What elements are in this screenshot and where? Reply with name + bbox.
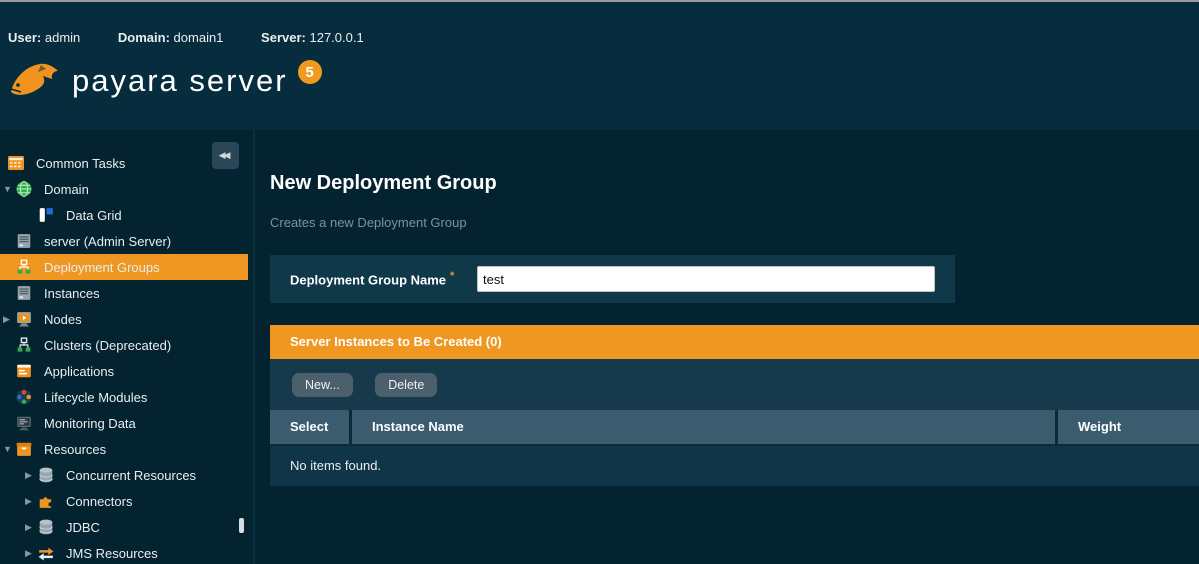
monitoring-data-icon <box>16 415 33 431</box>
page-title: New Deployment Group <box>270 172 497 194</box>
sidebar-item-resources[interactable]: ▼ Resources <box>0 436 248 462</box>
sidebar-item-concurrent-resources[interactable]: ▶ Concurrent Resources <box>0 462 248 488</box>
sidebar-item-domain[interactable]: ▼ Domain <box>0 176 248 202</box>
sidebar-item-jdbc[interactable]: ▶ JDBC <box>0 514 248 540</box>
chevron-collapsed-icon[interactable]: ▶ <box>25 522 38 533</box>
domain-value: domain1 <box>173 30 224 45</box>
lifecycle-modules-icon <box>16 389 33 405</box>
brand: payara server 5 <box>8 58 322 104</box>
server-label: Server: <box>261 30 306 45</box>
collapse-left-icon: ◀◀ <box>218 150 231 160</box>
common-tasks-icon <box>8 155 25 171</box>
server-instances-section-header: Server Instances to Be Created (0) <box>270 325 1199 359</box>
server-icon <box>16 285 33 301</box>
applications-icon <box>16 363 33 379</box>
version-badge: 5 <box>297 60 322 84</box>
globe-icon <box>16 181 33 197</box>
server-info: Server: 127.0.0.1 <box>261 30 364 45</box>
sidebar: ◀◀ Common Tasks ▼ Domain Data Grid serve… <box>0 130 255 564</box>
sidebar-item-connectors[interactable]: ▶ Connectors <box>0 488 248 514</box>
new-button[interactable]: New... <box>292 373 353 397</box>
deployment-group-name-input[interactable] <box>477 266 935 292</box>
sidebar-item-nodes[interactable]: ▶ Nodes <box>0 306 248 332</box>
column-header-instance-name: Instance Name <box>352 410 1055 444</box>
sidebar-collapse-button[interactable]: ◀◀ <box>212 142 239 169</box>
chevron-collapsed-icon[interactable]: ▶ <box>25 548 38 559</box>
nodes-monitor-icon <box>16 311 33 327</box>
domain-info: Domain: domain1 <box>118 30 224 45</box>
user-label: User: <box>8 30 42 45</box>
empty-table-message: No items found. <box>270 446 1199 486</box>
sidebar-item-clusters[interactable]: Clusters (Deprecated) <box>0 332 248 358</box>
page-subtitle: Creates a new Deployment Group <box>270 215 467 230</box>
connectors-puzzle-icon <box>38 493 55 509</box>
sidebar-item-deployment-groups[interactable]: Deployment Groups <box>0 254 248 280</box>
sidebar-item-instances[interactable]: Instances <box>0 280 248 306</box>
sidebar-item-server-admin[interactable]: server (Admin Server) <box>0 228 248 254</box>
required-asterisk: * <box>450 270 455 283</box>
instances-table: Select Instance Name Weight No items fou… <box>270 410 1199 486</box>
column-header-weight: Weight <box>1058 410 1199 444</box>
sidebar-item-lifecycle-modules[interactable]: Lifecycle Modules <box>0 384 248 410</box>
sidebar-item-data-grid[interactable]: Data Grid <box>0 202 248 228</box>
session-info-bar: User: admin Domain: domain1 Server: 127.… <box>8 30 398 45</box>
user-info: User: admin <box>8 30 80 45</box>
main-content: New Deployment Group Creates a new Deplo… <box>255 130 1199 564</box>
deployment-group-name-row: Deployment Group Name * <box>270 255 955 303</box>
sidebar-item-applications[interactable]: Applications <box>0 358 248 384</box>
chevron-collapsed-icon[interactable]: ▶ <box>3 314 16 325</box>
server-value: 127.0.0.1 <box>309 30 364 45</box>
server-icon <box>16 233 33 249</box>
table-header-row: Select Instance Name Weight <box>270 410 1199 444</box>
database-icon <box>38 519 55 535</box>
brand-name: payara server <box>72 63 288 98</box>
sidebar-item-jms-resources[interactable]: ▶ JMS Resources <box>0 540 248 564</box>
data-grid-icon <box>38 207 55 223</box>
jms-swap-arrows-icon <box>38 545 55 561</box>
server-instances-section: New... Delete Select Instance Name Weigh… <box>270 359 1199 486</box>
column-header-select: Select <box>270 410 349 444</box>
sidebar-item-common-tasks[interactable]: Common Tasks <box>0 150 248 176</box>
clusters-icon <box>16 337 33 353</box>
sidebar-scrollbar-thumb[interactable] <box>239 518 244 533</box>
header: User: admin Domain: domain1 Server: 127.… <box>0 2 1199 130</box>
chevron-expanded-icon[interactable]: ▼ <box>3 184 16 194</box>
database-icon <box>38 467 55 483</box>
chevron-expanded-icon[interactable]: ▼ <box>3 444 16 454</box>
deployment-group-name-label: Deployment Group Name * <box>290 270 455 288</box>
payara-fish-icon <box>10 63 58 95</box>
chevron-collapsed-icon[interactable]: ▶ <box>25 470 38 481</box>
table-toolbar: New... Delete <box>270 373 1199 397</box>
user-value: admin <box>44 30 81 45</box>
domain-label: Domain: <box>117 30 170 45</box>
delete-button[interactable]: Delete <box>375 373 438 397</box>
resources-box-icon <box>16 441 33 457</box>
sidebar-item-monitoring-data[interactable]: Monitoring Data <box>0 410 248 436</box>
deployment-groups-icon <box>16 259 33 275</box>
chevron-collapsed-icon[interactable]: ▶ <box>25 496 38 507</box>
sidebar-tree: Common Tasks ▼ Domain Data Grid server (… <box>0 130 253 564</box>
